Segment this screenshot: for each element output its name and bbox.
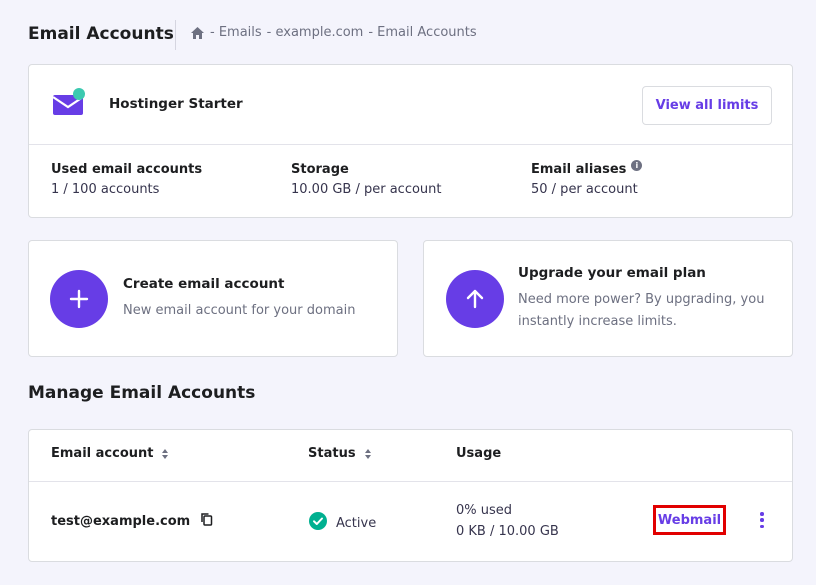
breadcrumb-domain[interactable]: - example.com: [267, 25, 364, 40]
usage-amount: 0 KB / 10.00 GB: [456, 524, 559, 539]
stat-email-aliases: Email aliases i 50 / per account: [531, 160, 643, 197]
webmail-button[interactable]: Webmail: [653, 505, 726, 535]
upgrade-plan-desc-line1: Need more power? By upgrading, you: [518, 292, 765, 307]
info-icon[interactable]: i: [631, 160, 643, 171]
copy-icon[interactable]: [200, 512, 213, 530]
upgrade-plan-desc-line2: instantly increase limits.: [518, 314, 677, 329]
column-header-status[interactable]: Status: [308, 446, 372, 461]
upgrade-email-plan-card[interactable]: Upgrade your email plan Need more power?…: [423, 240, 793, 357]
kebab-dot: [760, 518, 764, 522]
plan-name: Hostinger Starter: [109, 96, 243, 112]
page-title: Email Accounts: [28, 24, 174, 44]
plus-icon: [50, 270, 108, 328]
plan-card: Hostinger Starter View all limits Used e…: [28, 64, 793, 218]
usage-percent: 0% used: [456, 503, 513, 518]
sort-icon[interactable]: [161, 448, 169, 460]
stat-label: Storage: [291, 162, 349, 177]
check-circle-icon: [309, 512, 327, 534]
upgrade-plan-title: Upgrade your email plan: [518, 265, 706, 281]
email-address: test@example.com: [51, 513, 191, 529]
breadcrumb-current: - Email Accounts: [368, 25, 477, 40]
header-divider: [175, 20, 176, 50]
stat-label-row: Email aliases i: [531, 160, 643, 177]
usage-cell: 0% used 0 KB / 10.00 GB: [456, 500, 559, 542]
kebab-dot: [760, 512, 764, 516]
stat-value: 1 / 100 accounts: [51, 182, 160, 197]
table-row-email: test@example.com: [51, 512, 213, 530]
home-icon[interactable]: [190, 26, 205, 40]
more-options-icon[interactable]: [757, 510, 767, 530]
create-email-description: New email account for your domain: [123, 303, 356, 318]
upgrade-plan-description: Need more power? By upgrading, you insta…: [518, 289, 764, 333]
column-label: Email account: [51, 446, 154, 461]
kebab-dot: [760, 524, 764, 528]
envelope-icon: [51, 87, 89, 123]
column-header-email[interactable]: Email account: [51, 446, 169, 461]
breadcrumb-emails[interactable]: - Emails: [210, 25, 262, 40]
create-email-title: Create email account: [123, 276, 285, 292]
stat-storage: Storage 10.00 GB / per account: [291, 162, 442, 197]
column-header-usage: Usage: [456, 446, 501, 461]
stat-used-accounts: Used email accounts 1 / 100 accounts: [51, 162, 202, 197]
column-label: Usage: [456, 446, 502, 461]
status-text: Active: [336, 515, 377, 531]
status-badge: Active: [309, 512, 376, 534]
stat-value: 50 / per account: [531, 182, 638, 197]
stat-label: Used email accounts: [51, 162, 203, 177]
view-all-limits-button[interactable]: View all limits: [642, 86, 772, 125]
column-label: Status: [308, 446, 356, 461]
sort-icon[interactable]: [364, 448, 372, 460]
manage-email-accounts-title: Manage Email Accounts: [28, 383, 256, 403]
email-accounts-table: Email account Status Usage test@example.…: [28, 429, 793, 562]
stat-label: Email aliases: [531, 162, 627, 177]
arrow-up-icon: [446, 270, 504, 328]
breadcrumb: - Emails - example.com - Email Accounts: [190, 25, 477, 40]
divider: [29, 481, 792, 482]
stat-value: 10.00 GB / per account: [291, 182, 442, 197]
create-email-account-card[interactable]: Create email account New email account f…: [28, 240, 398, 357]
divider: [29, 144, 792, 145]
